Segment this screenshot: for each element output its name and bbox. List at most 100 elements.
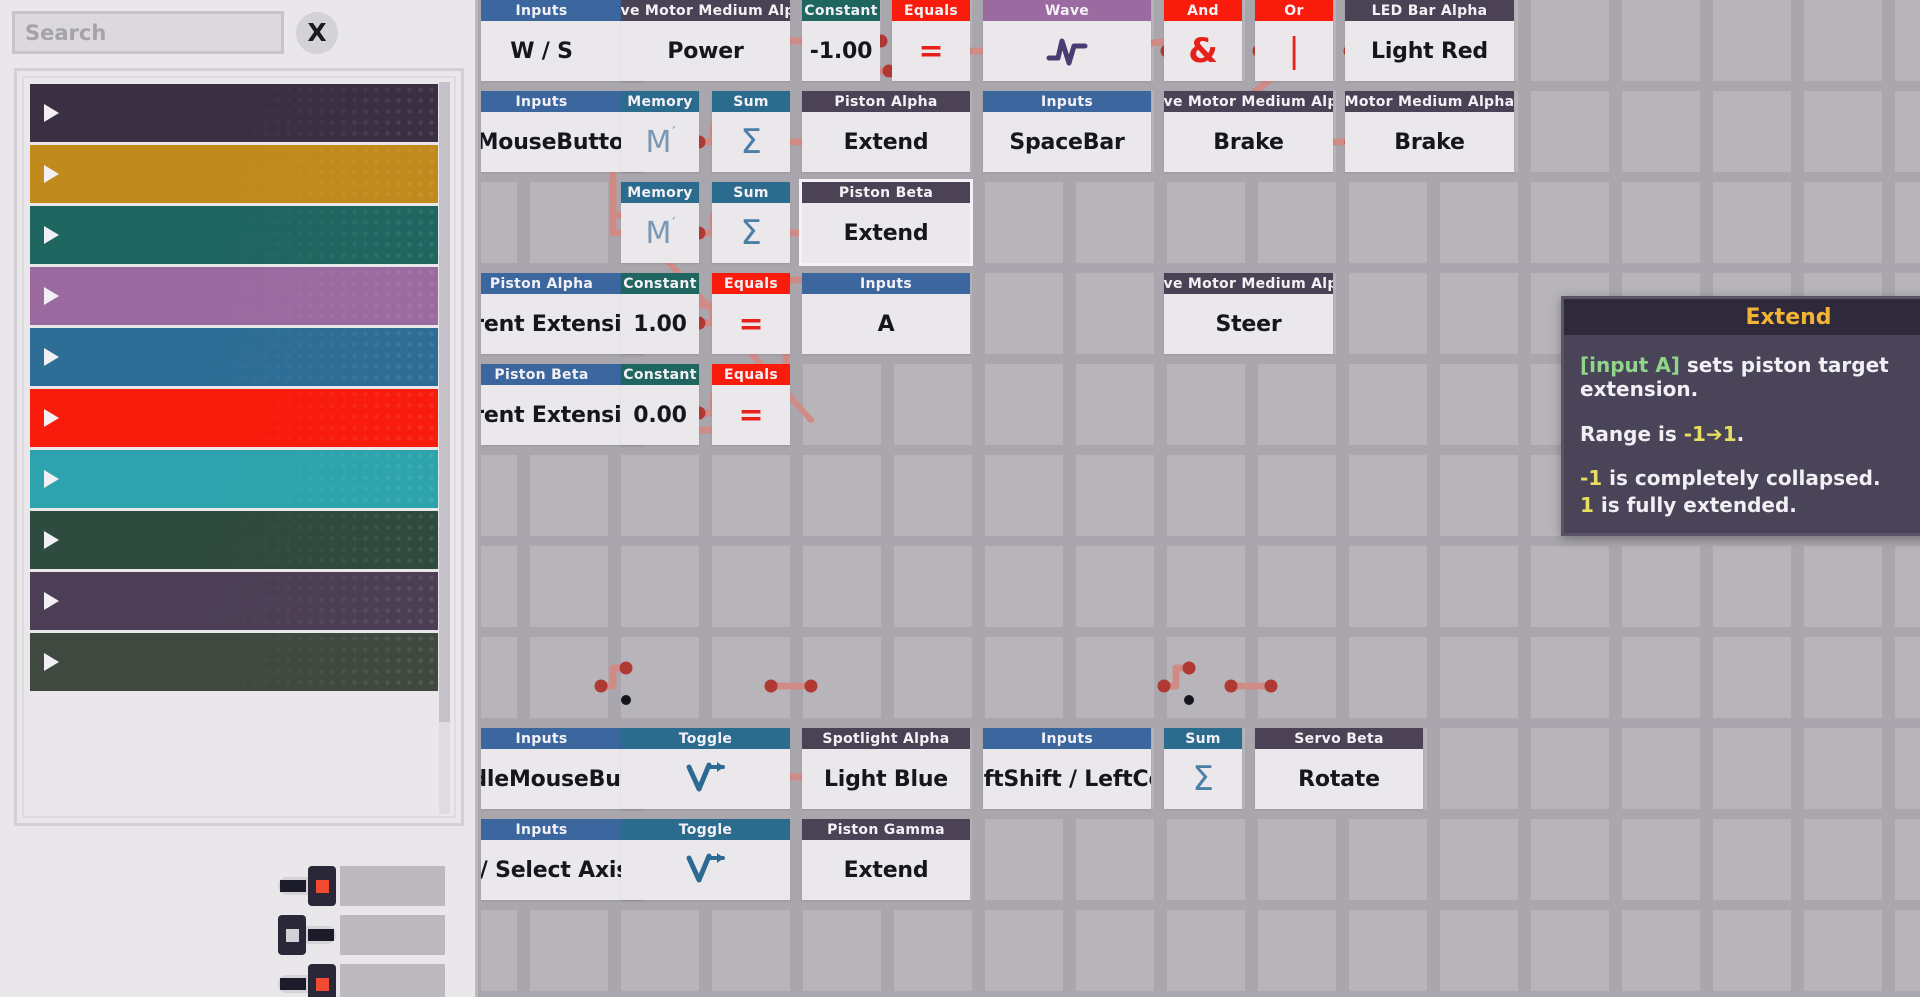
- node-n21[interactable]: Equals =: [712, 273, 790, 354]
- grid-cell[interactable]: [1076, 910, 1154, 991]
- grid-cell[interactable]: [894, 637, 972, 718]
- node-n26[interactable]: Equals =: [712, 364, 790, 445]
- node-n12[interactable]: Piston Alpha Extend: [802, 91, 970, 172]
- category-scroll-area[interactable]: [22, 76, 456, 818]
- grid-cell[interactable]: [1349, 910, 1427, 991]
- grid-cell[interactable]: [1804, 637, 1882, 718]
- node-n23[interactable]: Drive Motor Medium Alpha Steer: [1164, 273, 1333, 354]
- grid-cell[interactable]: [1076, 182, 1154, 263]
- node-n1[interactable]: Inputs W / S: [481, 0, 644, 81]
- grid-cell[interactable]: [530, 546, 608, 627]
- grid-cell[interactable]: [1076, 546, 1154, 627]
- grid-cell[interactable]: [1440, 637, 1518, 718]
- grid-cell[interactable]: [1622, 728, 1700, 809]
- grid-cell[interactable]: [1895, 728, 1920, 809]
- grid-cell[interactable]: [1440, 455, 1518, 536]
- node-n8[interactable]: LED Bar Alpha Light Red: [1345, 0, 1514, 81]
- category-misc[interactable]: [30, 267, 438, 325]
- grid-cell[interactable]: [894, 455, 972, 536]
- category-mechanical[interactable]: [30, 633, 438, 691]
- grid-cell[interactable]: [1167, 182, 1245, 263]
- grid-cell[interactable]: [1622, 637, 1700, 718]
- grid-cell[interactable]: [1531, 182, 1609, 263]
- grid-cell[interactable]: [1167, 364, 1245, 445]
- node-n16[interactable]: Memory M ′: [621, 182, 699, 263]
- category-state[interactable]: [30, 328, 438, 386]
- grid-cell[interactable]: [985, 273, 1063, 354]
- grid-cell[interactable]: [1531, 728, 1609, 809]
- grid-cell[interactable]: [1804, 910, 1882, 991]
- node-n19[interactable]: Piston Alpha Current Extension: [481, 273, 644, 354]
- grid-cell[interactable]: [1713, 910, 1791, 991]
- grid-cell[interactable]: [1895, 819, 1920, 900]
- node-n5[interactable]: Wave: [983, 0, 1151, 81]
- grid-cell[interactable]: [1531, 0, 1609, 81]
- grid-cell[interactable]: [1895, 546, 1920, 627]
- grid-cell[interactable]: [1804, 0, 1882, 81]
- node-n3[interactable]: Constant -1.00: [802, 0, 880, 81]
- category-motors[interactable]: [30, 572, 438, 630]
- grid-cell[interactable]: [1895, 182, 1920, 263]
- grid-cell[interactable]: [530, 910, 608, 991]
- node-n10[interactable]: Memory M ′: [621, 91, 699, 172]
- grid-cell[interactable]: [985, 819, 1063, 900]
- grid-cell[interactable]: [1167, 910, 1245, 991]
- grid-cell[interactable]: [1440, 728, 1518, 809]
- category-math[interactable]: [30, 206, 438, 264]
- node-graph-canvas[interactable]: Inputs W / S Drive Motor Medium Alpha Power…: [481, 0, 1920, 997]
- category-clamping[interactable]: [30, 145, 438, 203]
- node-n11[interactable]: Sum Σ: [712, 91, 790, 172]
- grid-cell[interactable]: [1440, 273, 1518, 354]
- grid-cell[interactable]: [985, 182, 1063, 263]
- grid-cell[interactable]: [1531, 91, 1609, 172]
- grid-cell[interactable]: [1622, 910, 1700, 991]
- grid-cell[interactable]: [803, 364, 881, 445]
- grid-cell[interactable]: [1349, 455, 1427, 536]
- grid-cell[interactable]: [1713, 0, 1791, 81]
- grid-cell[interactable]: [712, 455, 790, 536]
- grid-cell[interactable]: [1440, 182, 1518, 263]
- node-n32[interactable]: Servo Beta Rotate: [1255, 728, 1423, 809]
- grid-cell[interactable]: [621, 546, 699, 627]
- grid-cell[interactable]: [1076, 819, 1154, 900]
- grid-cell[interactable]: [1440, 364, 1518, 445]
- grid-cell[interactable]: [1076, 455, 1154, 536]
- grid-cell[interactable]: [1167, 819, 1245, 900]
- grid-cell[interactable]: [1713, 91, 1791, 172]
- grid-cell[interactable]: [1258, 637, 1336, 718]
- grid-cell[interactable]: [712, 637, 790, 718]
- grid-cell[interactable]: [1258, 182, 1336, 263]
- option-switch[interactable]: [278, 964, 336, 997]
- node-n27[interactable]: Inputs MiddleMouseButto: [481, 728, 644, 809]
- grid-cell[interactable]: [530, 637, 608, 718]
- grid-cell[interactable]: [985, 546, 1063, 627]
- category-inputs-outputs[interactable]: [30, 84, 438, 142]
- node-n4[interactable]: Equals =: [892, 0, 970, 81]
- grid-cell[interactable]: [621, 455, 699, 536]
- node-n24[interactable]: Piston Beta Current Extension: [481, 364, 644, 445]
- option-switch[interactable]: [278, 866, 336, 906]
- grid-cell[interactable]: [1895, 637, 1920, 718]
- node-n28[interactable]: Toggle: [621, 728, 790, 809]
- grid-cell[interactable]: [985, 637, 1063, 718]
- grid-cell[interactable]: [1622, 0, 1700, 81]
- node-n25[interactable]: Constant 0.00: [621, 364, 699, 445]
- grid-cell[interactable]: [985, 364, 1063, 445]
- grid-cell[interactable]: [1167, 455, 1245, 536]
- grid-cell[interactable]: [1804, 728, 1882, 809]
- option-switch[interactable]: [278, 915, 336, 955]
- grid-cell[interactable]: [481, 546, 517, 627]
- grid-cell[interactable]: [803, 910, 881, 991]
- grid-cell[interactable]: [1349, 546, 1427, 627]
- node-n7[interactable]: Or |: [1255, 0, 1333, 81]
- grid-cell[interactable]: [530, 455, 608, 536]
- grid-cell[interactable]: [481, 637, 517, 718]
- grid-cell[interactable]: [1804, 819, 1882, 900]
- node-n15[interactable]: Motor Medium Alpha Brake: [1345, 91, 1514, 172]
- grid-cell[interactable]: [1440, 910, 1518, 991]
- grid-cell[interactable]: [1167, 637, 1245, 718]
- grid-cell[interactable]: [621, 910, 699, 991]
- grid-cell[interactable]: [1349, 182, 1427, 263]
- grid-cell[interactable]: [985, 910, 1063, 991]
- grid-cell[interactable]: [1895, 91, 1920, 172]
